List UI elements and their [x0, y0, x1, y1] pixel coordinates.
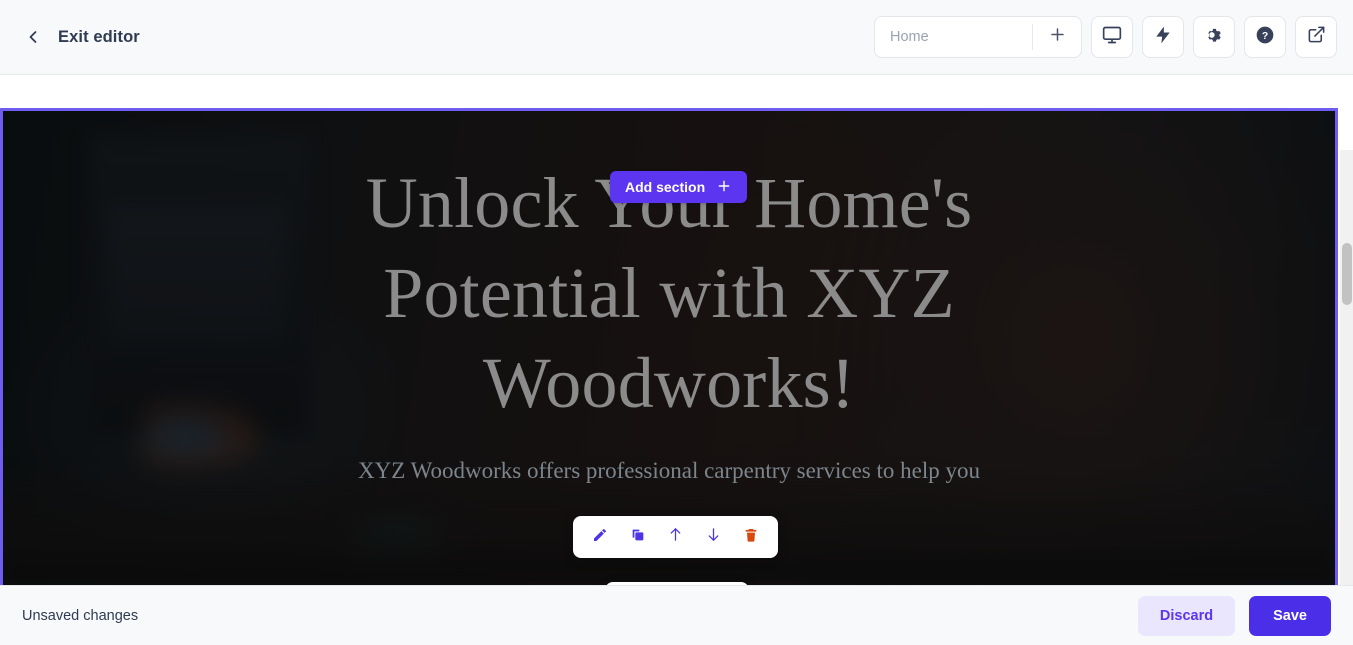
open-external-button[interactable] — [1295, 16, 1337, 58]
page-selector-value: Home — [890, 29, 929, 45]
help-button[interactable]: ? — [1244, 16, 1286, 58]
discard-button[interactable]: Discard — [1137, 595, 1236, 636]
move-section-down-button[interactable] — [700, 524, 726, 550]
duplicate-icon — [630, 527, 646, 548]
canvas-scrollbar-track[interactable] — [1340, 150, 1353, 585]
editor-canvas: Unlock Your Home's Potential with XYZ Wo… — [0, 75, 1353, 585]
editor-bottom-bar: Unsaved changes Discard Save — [0, 585, 1353, 645]
add-page-button[interactable] — [1033, 17, 1081, 57]
unsaved-changes-status: Unsaved changes — [22, 607, 139, 624]
desktop-monitor-icon — [1102, 25, 1122, 50]
page-selector[interactable]: Home — [874, 16, 1082, 58]
site-editor-app: Exit editor Home ? Unlock Your Home's Po… — [0, 0, 1353, 645]
exit-editor-label: Exit editor — [58, 27, 140, 46]
lightning-bolt-icon — [1153, 25, 1173, 50]
canvas-scrollbar-thumb[interactable] — [1342, 243, 1352, 305]
pencil-icon — [592, 527, 608, 548]
device-preview-button[interactable] — [1091, 16, 1133, 58]
hero-subtitle: XYZ Woodworks offers professional carpen… — [358, 458, 980, 483]
plus-icon — [716, 178, 732, 197]
question-mark-circle-icon: ? — [1255, 25, 1275, 50]
svg-text:?: ? — [1262, 30, 1268, 41]
move-section-up-button[interactable] — [662, 524, 688, 550]
arrow-down-icon — [705, 526, 722, 548]
section-action-toolbar — [573, 516, 778, 558]
add-section-button[interactable]: Add section — [610, 171, 748, 203]
delete-section-button[interactable] — [738, 524, 764, 550]
settings-button[interactable] — [1193, 16, 1235, 58]
editor-actions-group: Home ? — [874, 16, 1337, 58]
duplicate-section-button[interactable] — [625, 524, 651, 550]
quick-actions-button[interactable] — [1142, 16, 1184, 58]
trash-icon — [743, 527, 759, 548]
add-section-label: Add section — [625, 179, 706, 195]
save-button[interactable]: Save — [1249, 595, 1331, 636]
arrow-up-icon — [667, 526, 684, 548]
external-link-icon — [1307, 25, 1326, 49]
plus-icon — [1048, 25, 1067, 49]
edit-section-button[interactable] — [587, 524, 613, 550]
editor-top-bar: Exit editor Home ? — [0, 0, 1353, 75]
chevron-left-icon — [22, 26, 44, 48]
exit-editor-button[interactable]: Exit editor — [22, 26, 140, 48]
footer-actions: Discard Save — [1137, 595, 1331, 636]
gear-icon — [1204, 25, 1224, 50]
